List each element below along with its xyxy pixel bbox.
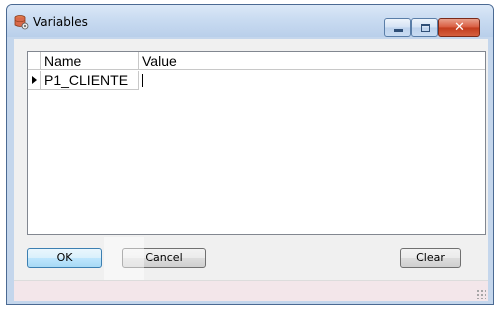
column-header-name[interactable]: Name [41,52,139,70]
table-row[interactable]: P1_CLIENTE [28,71,485,90]
cell-value-input[interactable] [139,71,485,90]
ok-button[interactable]: OK [27,248,102,268]
clear-button[interactable]: Clear [400,248,461,268]
resize-grip-icon[interactable] [476,289,486,299]
maximize-icon [421,24,430,32]
text-caret [142,74,143,87]
close-icon: ✕ [454,20,465,35]
dialog-client-area: Name Value P1_CLIENTE OK Cancel Clear [14,39,488,301]
grid-header: Name Value [28,52,485,70]
title-bar[interactable]: Variables ✕ [7,5,493,37]
row-selector-header [28,52,41,70]
status-bar [14,280,488,301]
variables-window: Variables ✕ Name Value P1_CLIENTE OK Can… [6,4,494,305]
minimize-button[interactable] [384,18,411,37]
close-button[interactable]: ✕ [438,18,480,37]
column-header-value[interactable]: Value [139,52,485,70]
minimize-icon [394,29,403,32]
maximize-button[interactable] [411,18,438,37]
window-title: Variables [33,15,88,29]
database-icon [13,14,29,30]
current-row-arrow-icon [32,76,37,84]
cell-name[interactable]: P1_CLIENTE [41,71,139,90]
variables-grid[interactable]: Name Value P1_CLIENTE [27,51,486,235]
row-selector[interactable] [28,71,41,90]
